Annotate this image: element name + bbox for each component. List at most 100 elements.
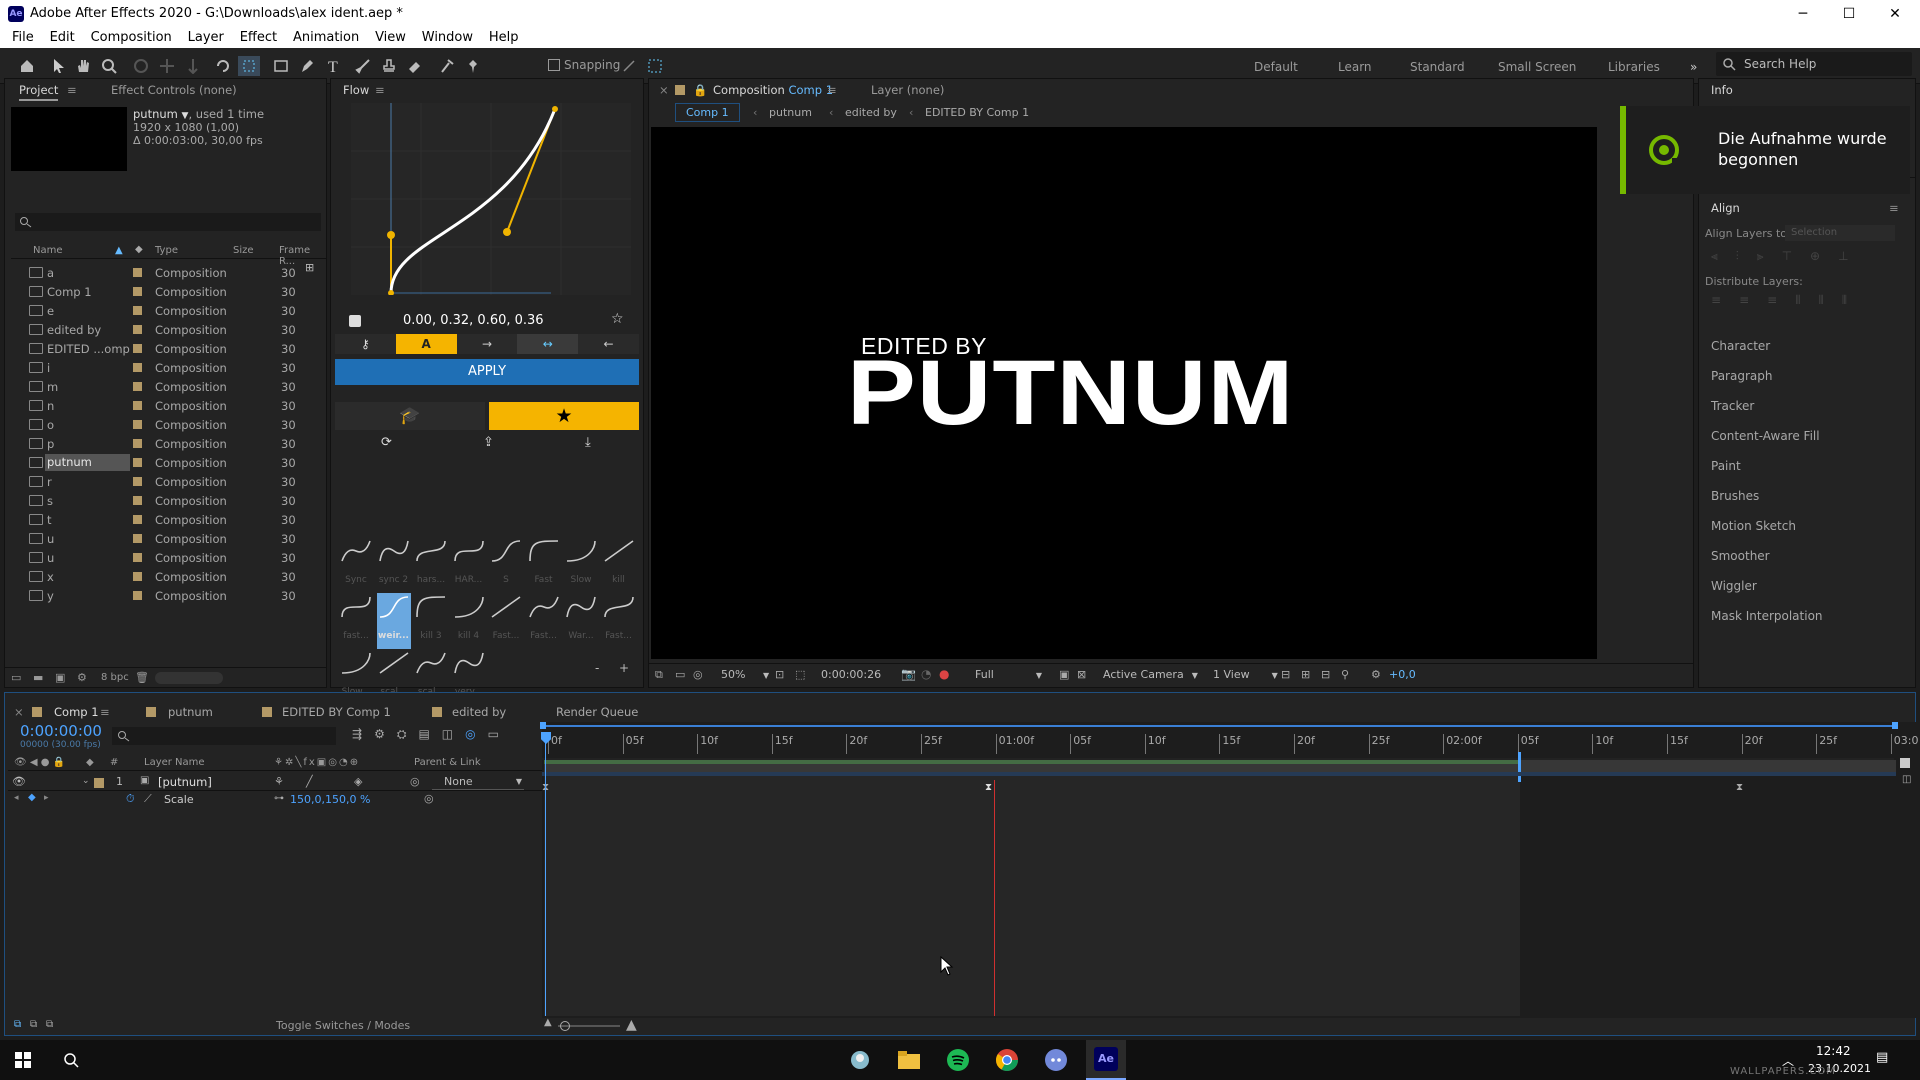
panel-paint[interactable]: Paint: [1711, 459, 1741, 473]
menu-window[interactable]: Window: [422, 28, 473, 48]
tab-info[interactable]: Info: [1711, 83, 1733, 97]
refresh-icon[interactable]: ⟳: [381, 435, 392, 450]
tab-project[interactable]: Project: [19, 83, 59, 101]
flow-preset[interactable]: Sync: [339, 537, 373, 593]
close-button[interactable]: ✕: [1872, 0, 1918, 28]
panel-menu-icon[interactable]: ≡: [1889, 201, 1899, 215]
distribute-left-icon[interactable]: ⦀: [1795, 293, 1800, 309]
views-select[interactable]: 1 View ▼: [1213, 668, 1278, 681]
col-size[interactable]: Size: [233, 245, 254, 256]
render-time-icon[interactable]: ⧉: [46, 1019, 53, 1030]
file-explorer-icon[interactable]: [894, 1045, 924, 1075]
panel-menu-icon[interactable]: ≡: [375, 83, 385, 97]
label-color-swatch[interactable]: [133, 268, 142, 277]
more-workspaces-icon[interactable]: »: [1690, 60, 1697, 74]
menu-help[interactable]: Help: [489, 28, 519, 48]
learn-graduation-cap-icon[interactable]: 🎓: [335, 402, 485, 430]
zoom-out-button[interactable]: -: [595, 661, 599, 675]
shy-layers-icon[interactable]: ⛭: [397, 727, 407, 742]
toggle-pixel-icon[interactable]: ⊟: [1281, 668, 1290, 681]
snapping-checkbox[interactable]: [548, 59, 560, 71]
tab-composition[interactable]: Composition Comp 1: [713, 83, 833, 97]
snapshot-camera-icon[interactable]: 📷: [901, 667, 916, 681]
flow-preset[interactable]: kill 3: [414, 593, 448, 649]
adjustment-switch-icon[interactable]: ◈: [354, 775, 362, 788]
align-vcenter-icon[interactable]: ⊕: [1810, 249, 1820, 265]
brush-tool-icon[interactable]: [352, 56, 374, 76]
flow-preset[interactable]: hars...: [414, 537, 448, 593]
project-item-row[interactable]: p Composition 30: [25, 434, 331, 453]
flow-preset[interactable]: S: [489, 537, 523, 593]
col-layer-name[interactable]: Layer Name: [144, 757, 205, 768]
chrome-icon[interactable]: [992, 1045, 1022, 1075]
label-color-swatch[interactable]: [133, 515, 142, 524]
color-channel-icon[interactable]: ●: [939, 667, 949, 681]
region-icon[interactable]: ⬚: [795, 668, 805, 681]
scroll-end-icon[interactable]: [1900, 758, 1910, 768]
project-item-row[interactable]: edited by Composition 30: [25, 320, 331, 339]
flow-preset[interactable]: Slow: [564, 537, 598, 593]
align-hcenter-icon[interactable]: ⫶: [1736, 249, 1739, 265]
menu-animation[interactable]: Animation: [293, 28, 359, 48]
toggle-switches-modes[interactable]: Toggle Switches / Modes: [276, 1019, 410, 1032]
discord-icon[interactable]: [1041, 1045, 1071, 1075]
pick-whip-icon[interactable]: ◎: [410, 775, 420, 788]
quality-switch-icon[interactable]: ╱: [306, 775, 313, 788]
timeline-tab-edited-by[interactable]: edited by: [452, 705, 506, 719]
panel-brushes[interactable]: Brushes: [1711, 489, 1759, 503]
edit-values-icon[interactable]: [349, 315, 361, 327]
flowchart-icon[interactable]: ⊞: [305, 261, 314, 274]
label-color-swatch[interactable]: [133, 591, 142, 600]
timeline-tab-edited-by-comp1[interactable]: EDITED BY Comp 1: [282, 705, 391, 719]
panel-content-aware-fill[interactable]: Content-Aware Fill: [1711, 429, 1820, 443]
label-color-swatch[interactable]: [133, 363, 142, 372]
flow-preset[interactable]: Fast...: [489, 593, 523, 649]
label-color-swatch[interactable]: [133, 572, 142, 581]
close-tab-icon[interactable]: ×: [659, 83, 669, 97]
project-item-row[interactable]: s Composition 30: [25, 491, 331, 510]
project-item-row[interactable]: r Composition 30: [25, 472, 331, 491]
flow-preset[interactable]: kill 4: [452, 593, 486, 649]
camera-select[interactable]: Active Camera ▼: [1103, 668, 1198, 681]
col-type[interactable]: Type: [155, 245, 178, 256]
distribute-top-icon[interactable]: ≡: [1711, 293, 1721, 309]
ease-both-icon[interactable]: ↔: [517, 334, 579, 354]
dolly-tool-icon[interactable]: [182, 56, 204, 76]
pick-whip-icon[interactable]: ◎: [424, 792, 434, 805]
comp-marker-icon[interactable]: ◫: [1902, 774, 1911, 785]
label-color-swatch[interactable]: [133, 344, 142, 353]
flow-preset[interactable]: sync 2: [377, 537, 411, 593]
ease-mode-button[interactable]: A: [395, 334, 457, 354]
rectangle-tool-icon[interactable]: [270, 56, 292, 76]
graph-toggle-icon[interactable]: ▭: [488, 727, 499, 742]
label-color-swatch[interactable]: [133, 325, 142, 334]
flow-preset[interactable]: Fast: [527, 537, 561, 593]
project-item-row[interactable]: x Composition 30: [25, 567, 331, 586]
menu-effect[interactable]: Effect: [240, 28, 277, 48]
frame-blending-icon[interactable]: ▤: [418, 727, 429, 742]
workspace-default[interactable]: Default: [1254, 60, 1298, 74]
transparency-grid-icon[interactable]: ⊠: [1077, 668, 1086, 681]
label-color-swatch[interactable]: [133, 458, 142, 467]
layer-name[interactable]: [putnum]: [158, 775, 212, 789]
shy-switch-icon[interactable]: ⚘: [274, 775, 284, 788]
tab-flow[interactable]: Flow: [343, 83, 369, 97]
parent-select[interactable]: None ▼: [432, 774, 524, 790]
panel-menu-icon[interactable]: ≡: [827, 83, 837, 97]
bezier-values[interactable]: 0.00, 0.32, 0.60, 0.36: [403, 313, 544, 328]
maximize-button[interactable]: ☐: [1826, 0, 1872, 28]
project-item-row[interactable]: u Composition 30: [25, 548, 331, 567]
next-keyframe-icon[interactable]: ▸: [44, 793, 49, 803]
favorite-star-icon[interactable]: ☆: [611, 311, 624, 327]
draft-3d-icon[interactable]: ⚙: [374, 727, 385, 742]
panel-character[interactable]: Character: [1711, 339, 1770, 353]
fast-preview-icon[interactable]: ⊞: [1301, 668, 1310, 681]
tab-align[interactable]: Align: [1711, 201, 1740, 215]
label-color-swatch[interactable]: [133, 496, 142, 505]
label-color-swatch[interactable]: [133, 382, 142, 391]
panel-mask-interpolation[interactable]: Mask Interpolation: [1711, 609, 1823, 623]
app-icon-character[interactable]: [845, 1045, 875, 1075]
menu-layer[interactable]: Layer: [188, 28, 224, 48]
graph-editor-icon[interactable]: ◎: [465, 727, 475, 742]
playhead-line[interactable]: [994, 780, 995, 1016]
